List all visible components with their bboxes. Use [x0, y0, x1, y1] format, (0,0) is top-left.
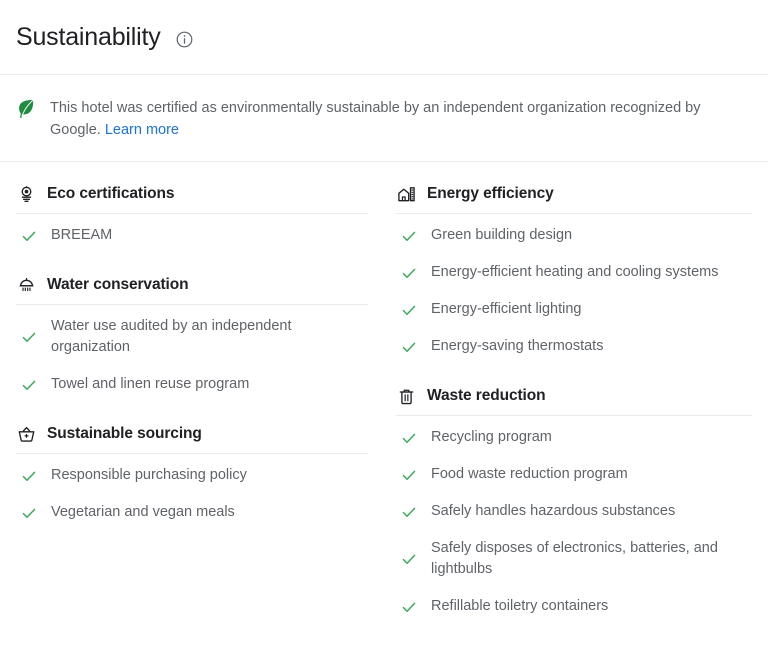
feature-item: Safely disposes of electronics, batterie…	[396, 527, 752, 585]
feature-item: Responsible purchasing policy	[16, 454, 368, 491]
section-water-conservation: Water conservation Water use audited by a…	[16, 275, 368, 400]
feature-item: Energy-efficient heating and cooling sys…	[396, 251, 752, 288]
right-column: Energy efficiency Green building design En…	[384, 162, 768, 622]
shopping-basket-icon	[16, 424, 36, 444]
check-icon	[20, 227, 38, 245]
feature-label: Responsible purchasing policy	[51, 467, 247, 483]
check-icon	[20, 328, 38, 346]
shower-head-icon	[16, 275, 36, 295]
section-title: Energy efficiency	[427, 185, 554, 202]
section-header: Water conservation	[16, 275, 368, 305]
section-title: Sustainable sourcing	[47, 425, 202, 442]
check-icon	[20, 504, 38, 522]
check-icon	[400, 550, 418, 568]
certification-banner: This hotel was certified as environmenta…	[0, 75, 768, 162]
page-title: Sustainability	[16, 23, 161, 51]
feature-item: Recycling program	[396, 416, 752, 453]
left-column: Eco certifications BREEAM Water conservati…	[0, 162, 384, 622]
section-header: Eco certifications	[16, 184, 368, 214]
check-icon	[400, 227, 418, 245]
feature-label: Safely handles hazardous substances	[431, 503, 676, 519]
feature-list: Water use audited by an independent orga…	[16, 305, 368, 400]
check-icon	[400, 429, 418, 447]
feature-item: Towel and linen reuse program	[16, 363, 368, 400]
feature-label: Food waste reduction program	[431, 466, 628, 482]
check-icon	[400, 503, 418, 521]
trash-bin-icon	[396, 386, 416, 406]
feature-item: Water use audited by an independent orga…	[16, 305, 368, 363]
section-energy-efficiency: Energy efficiency Green building design En…	[396, 184, 752, 362]
feature-label: Green building design	[431, 227, 573, 243]
sustainability-panel: Sustainability This hotel was certified …	[0, 0, 768, 668]
section-title: Eco certifications	[47, 185, 175, 202]
feature-label: Refillable toiletry containers	[431, 598, 609, 614]
check-icon	[20, 467, 38, 485]
check-icon	[400, 338, 418, 356]
feature-list: Responsible purchasing policy Vegetarian …	[16, 454, 368, 528]
feature-list: Green building design Energy-efficient he…	[396, 214, 752, 362]
section-header: Energy efficiency	[396, 184, 752, 214]
certification-text: This hotel was certified as environmenta…	[50, 97, 752, 141]
check-icon	[400, 466, 418, 484]
check-icon	[400, 264, 418, 282]
feature-item: BREEAM	[16, 214, 368, 251]
check-icon	[20, 376, 38, 394]
feature-label: Energy-efficient lighting	[431, 301, 582, 317]
section-waste-reduction: Waste reduction Recycling program Food was…	[396, 386, 752, 622]
section-header: Waste reduction	[396, 386, 752, 416]
feature-item: Refillable toiletry containers	[396, 585, 752, 622]
sustainability-columns: Eco certifications BREEAM Water conservati…	[0, 162, 768, 622]
feature-item: Energy-saving thermostats	[396, 325, 752, 362]
feature-list: Recycling program Food waste reduction pr…	[396, 416, 752, 622]
feature-label: Towel and linen reuse program	[51, 376, 250, 392]
page-header: Sustainability	[0, 0, 768, 75]
feature-item: Energy-efficient lighting	[396, 288, 752, 325]
section-title: Water conservation	[47, 276, 189, 293]
feature-list: BREEAM	[16, 214, 368, 251]
feature-label: Water use audited by an independent orga…	[51, 318, 292, 355]
feature-label: Recycling program	[431, 429, 552, 445]
info-circle-icon[interactable]	[175, 30, 194, 49]
leaf-icon	[16, 97, 38, 120]
section-title: Waste reduction	[427, 387, 546, 404]
feature-item: Green building design	[396, 214, 752, 251]
section-sustainable-sourcing: Sustainable sourcing Responsible purchasi…	[16, 424, 368, 528]
check-icon	[400, 301, 418, 319]
learn-more-link[interactable]: Learn more	[105, 122, 179, 138]
feature-label: BREEAM	[51, 227, 113, 243]
feature-label: Energy-saving thermostats	[431, 338, 604, 354]
feature-item: Safely handles hazardous substances	[396, 490, 752, 527]
section-eco-certifications: Eco certifications BREEAM	[16, 184, 368, 251]
feature-label: Energy-efficient heating and cooling sys…	[431, 264, 719, 280]
feature-label: Safely disposes of electronics, batterie…	[431, 540, 718, 577]
feature-label: Vegetarian and vegan meals	[51, 504, 235, 520]
feature-item: Food waste reduction program	[396, 453, 752, 490]
award-medal-icon	[16, 184, 36, 204]
building-energy-icon	[396, 184, 416, 204]
check-icon	[400, 598, 418, 616]
feature-item: Vegetarian and vegan meals	[16, 491, 368, 528]
section-header: Sustainable sourcing	[16, 424, 368, 454]
